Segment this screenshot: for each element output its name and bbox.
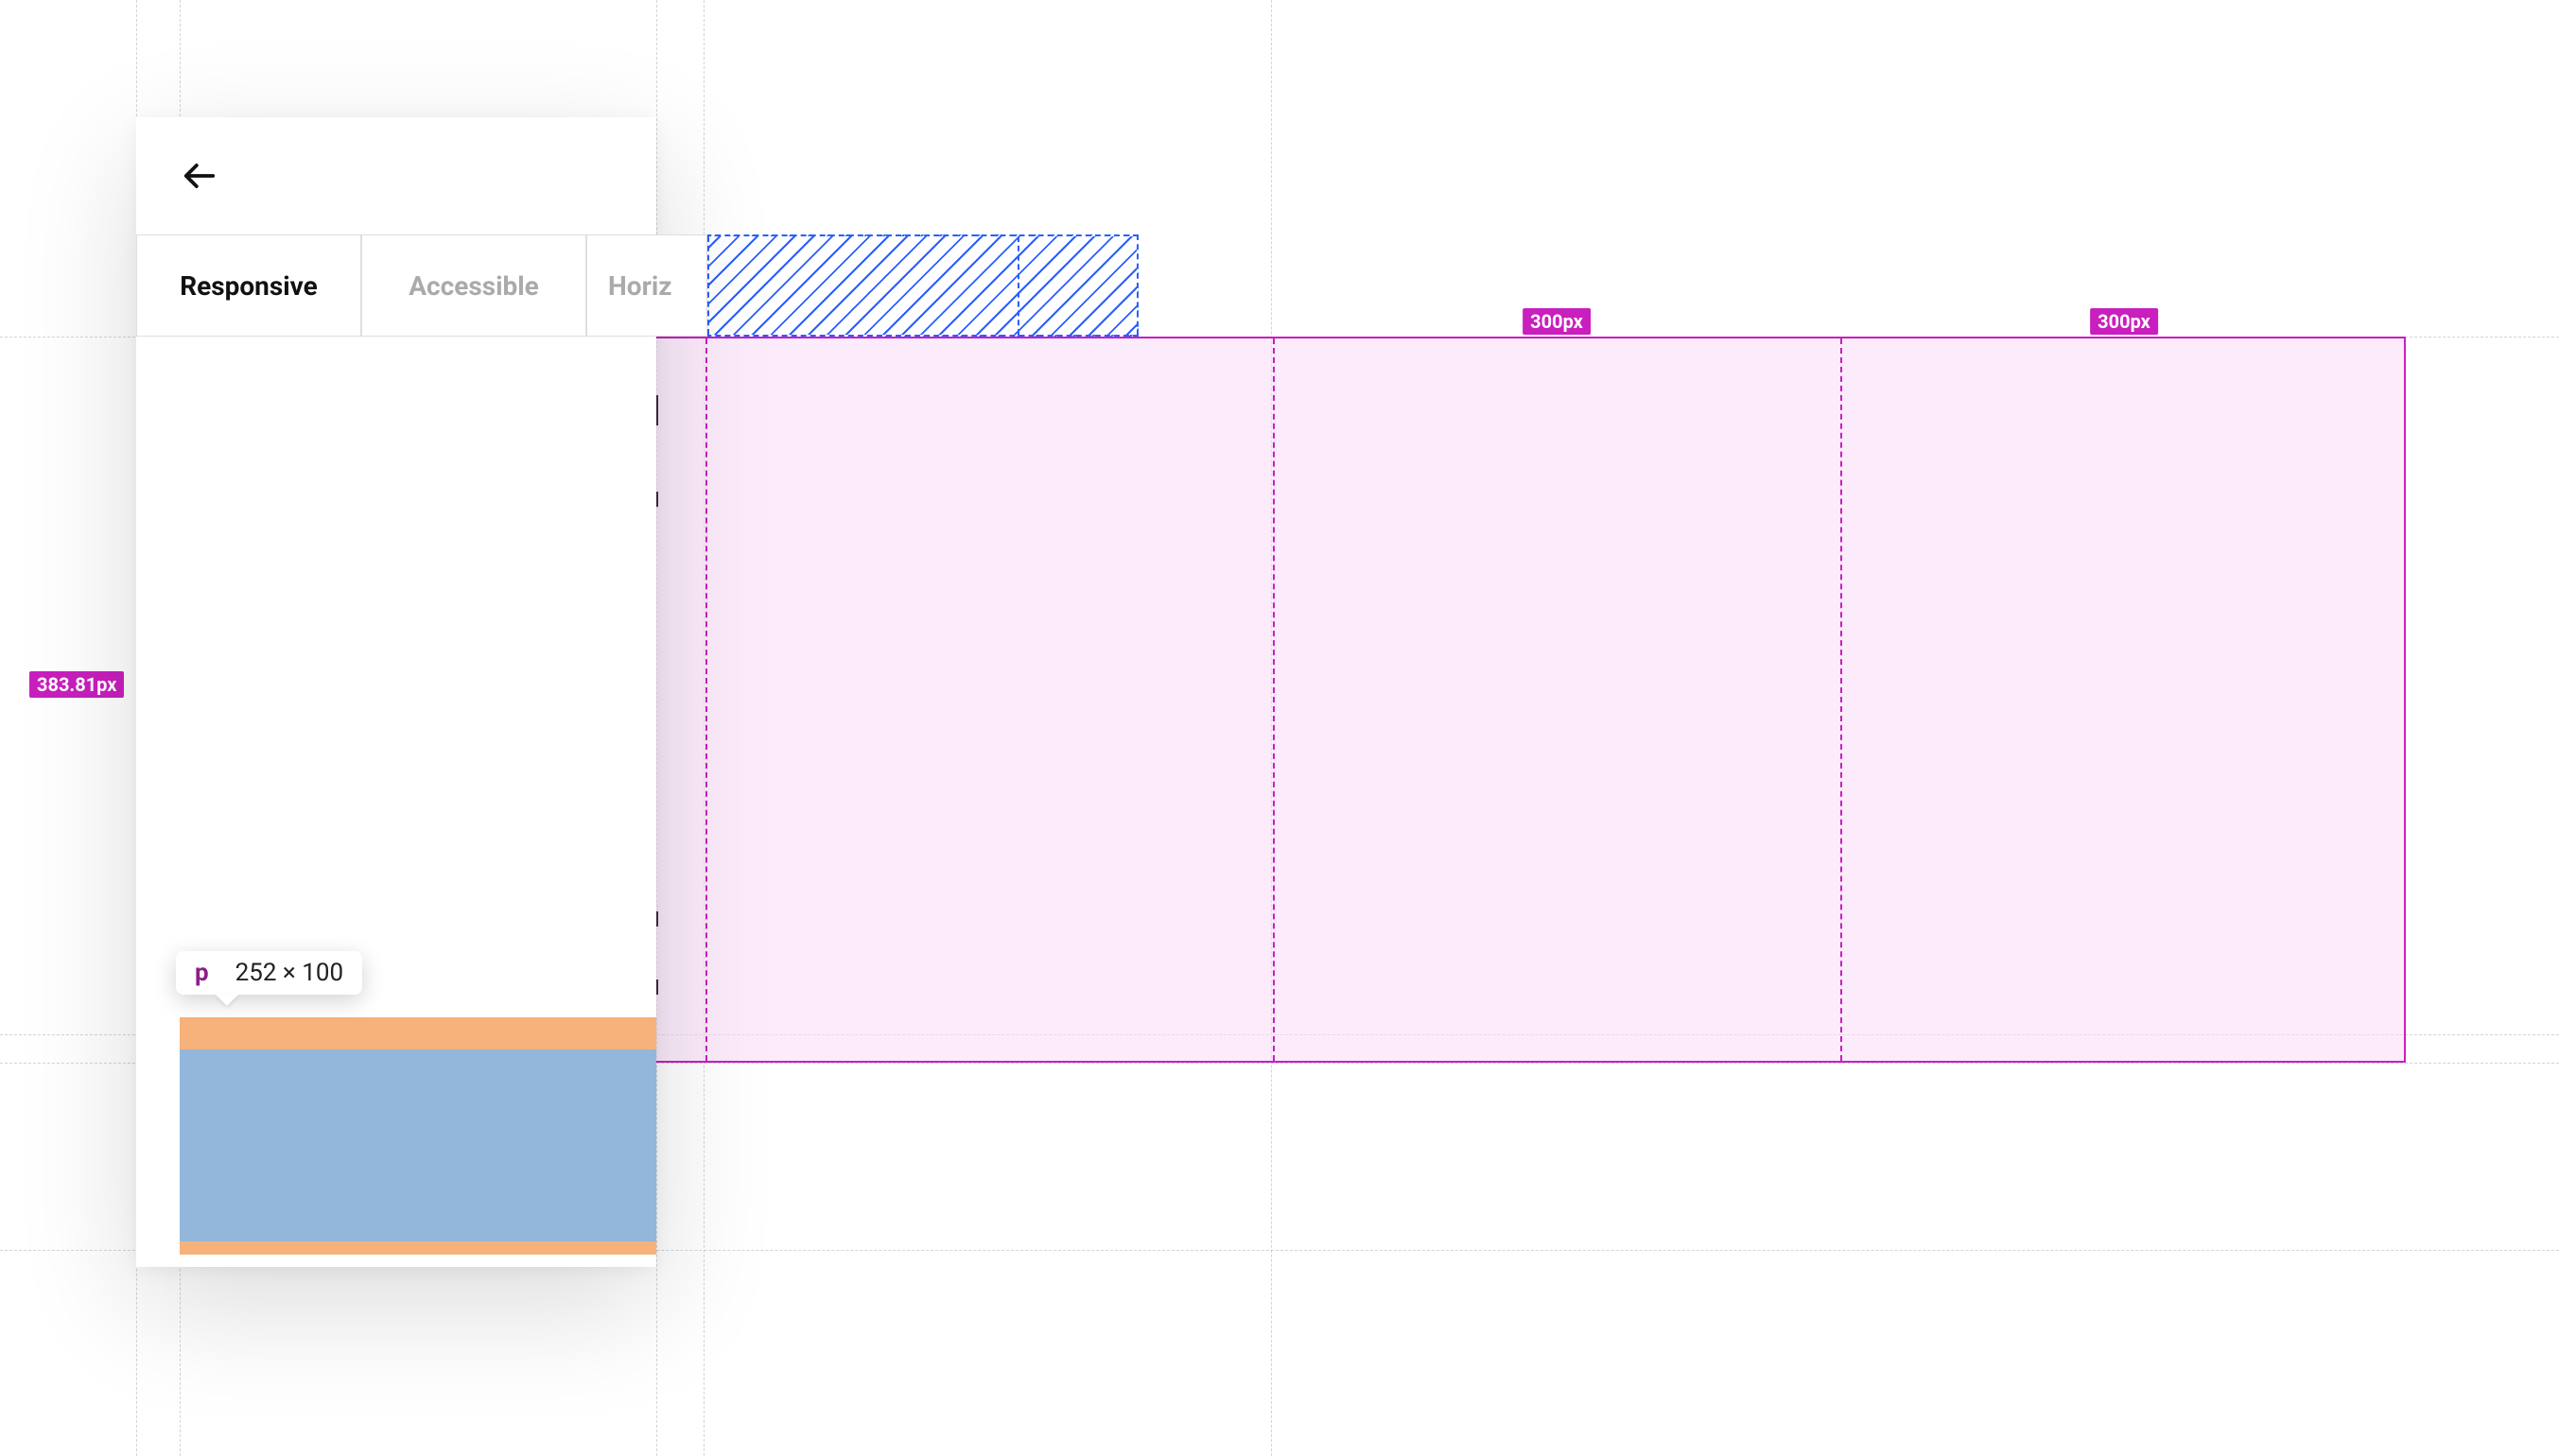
tab-responsive[interactable]: Responsive — [136, 234, 361, 337]
design-inspector-canvas: 300px 300px 300px 300px — [0, 0, 2559, 1456]
tab-accessible[interactable]: Accessible — [361, 234, 586, 337]
margin-bottom-highlight — [180, 1241, 656, 1255]
tabs-bar: Responsive Accessible Horiz — [136, 234, 707, 337]
gap-divider — [1018, 236, 1019, 335]
element-tooltip: p 252 × 100 — [176, 951, 362, 995]
margin-top-highlight — [180, 1017, 656, 1049]
tooltip-tag: p — [195, 959, 209, 987]
container-height-label: 383.81px — [29, 671, 124, 698]
tab-horizontal[interactable]: Horiz — [586, 234, 707, 337]
content-highlight — [180, 1049, 656, 1241]
column-width-label: 300px — [1523, 308, 1591, 335]
gap-divider — [707, 236, 709, 335]
box-model-highlight — [180, 1017, 656, 1255]
grid-divider — [1273, 338, 1275, 1061]
back-arrow-icon[interactable] — [182, 158, 218, 194]
device-header — [136, 117, 656, 234]
tooltip-dimensions: 252 × 100 — [235, 959, 343, 987]
grid-divider — [1840, 338, 1842, 1061]
column-width-label: 300px — [2090, 308, 2158, 335]
grid-divider — [705, 338, 707, 1061]
